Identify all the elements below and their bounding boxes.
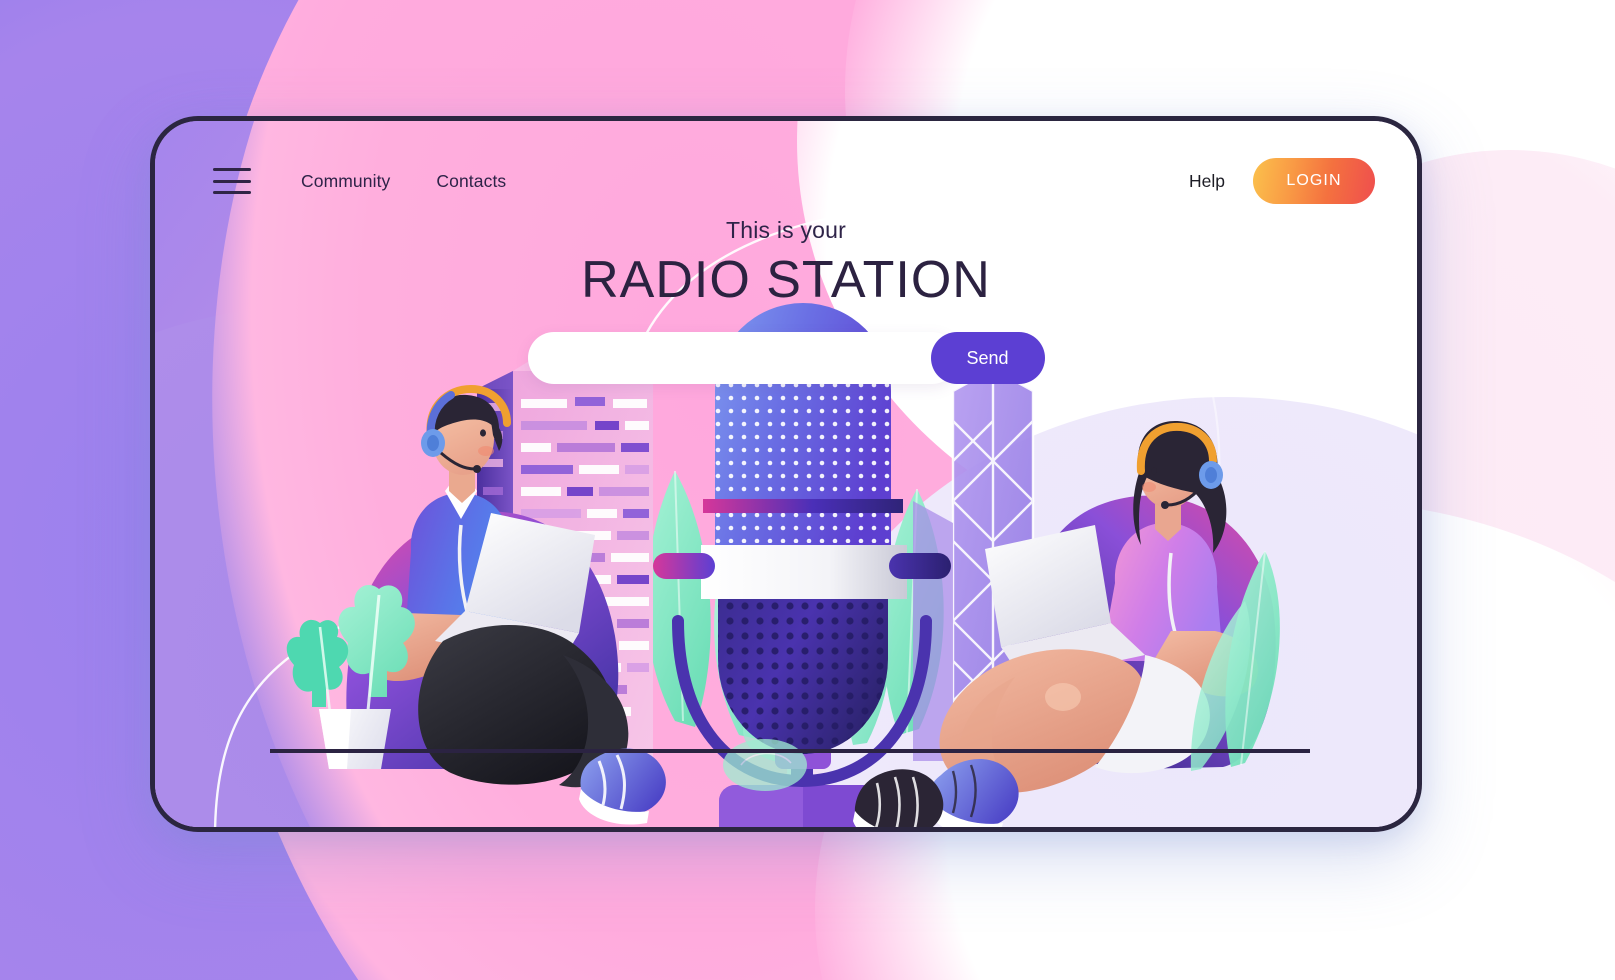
device-screen: Community Contacts Help LOGIN This is yo… [155,121,1417,827]
search-input[interactable] [527,332,958,384]
top-navigation: Community Contacts Help LOGIN [155,121,1417,241]
help-link[interactable]: Help [1189,171,1225,192]
page-title: RADIO STATION [581,251,991,309]
ground-line [270,749,1310,753]
hamburger-menu-icon[interactable] [213,168,251,194]
small-foliage [723,739,807,791]
page-background: Community Contacts Help LOGIN This is yo… [0,0,1615,980]
login-button[interactable]: LOGIN [1253,158,1375,204]
hero-section: This is your RADIO STATION Send [155,217,1417,384]
nav-link-community[interactable]: Community [301,171,390,192]
send-button[interactable]: Send [930,332,1045,384]
device-frame: Community Contacts Help LOGIN This is yo… [150,116,1422,832]
nav-link-contacts[interactable]: Contacts [436,171,506,192]
search-form: Send [527,332,1045,384]
